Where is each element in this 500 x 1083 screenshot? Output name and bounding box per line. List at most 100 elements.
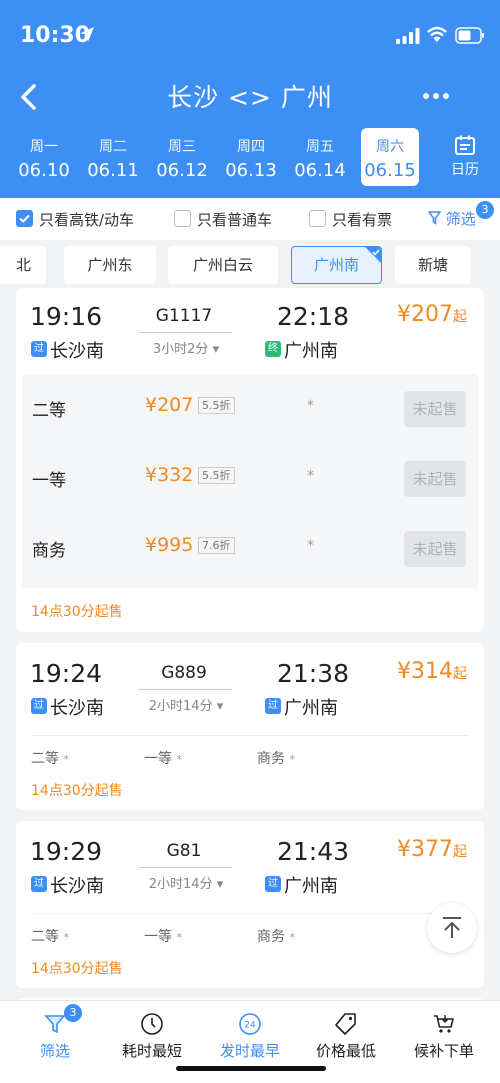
seat-class: 二等 [32,401,66,421]
checkbox-unchecked [309,210,326,227]
not-on-sale-button[interactable]: 未起售 [404,531,466,567]
not-on-sale-button[interactable]: 未起售 [404,391,466,427]
calendar-label: 日历 [451,162,479,178]
scroll-top-button[interactable] [427,903,477,953]
high-speed-checkbox[interactable]: 只看高铁/动车 [16,209,166,229]
price-value: ¥314 [397,659,453,684]
battery-icon [455,27,484,44]
status-bar: 10:30 [0,0,500,70]
station-chip[interactable]: 广州东 [64,246,156,284]
duration[interactable]: 3小时2分 ▾ [131,338,241,357]
wifi-icon [427,26,447,42]
date-tab[interactable]: 周四 06.13 [220,128,282,186]
pass-tag: 过 [31,876,47,892]
station-chip[interactable]: 广州白云 [168,246,278,284]
seat-count: * [307,398,314,414]
train-number: G1117 [155,306,213,326]
filter-tab[interactable]: 筛选 3 [5,1004,105,1063]
duration-label: 2小时14分 [148,877,213,892]
seat-count: * [63,931,69,944]
date-tab[interactable]: 周一 06.10 [13,128,75,186]
train-number: G889 [161,663,207,683]
location-arrow-icon [80,27,94,42]
train-card[interactable]: 19:16 G1117 3小时2分 ▾ 22:18 ¥207起 过 长沙南 终 … [16,288,484,632]
departure-station: 长沙南 [50,698,104,719]
departure-time: 19:24 [30,659,103,688]
date-tab-selected[interactable]: 周六 06.15 [361,128,419,186]
price-value: ¥207 [397,302,453,327]
station-chip-selected[interactable]: 广州南 [291,246,382,284]
lowest-price: ¥377起 [397,837,467,862]
clock-24-text: 24 [244,1021,256,1031]
tab-label: 候补下单 [413,1042,474,1060]
back-icon[interactable] [14,80,44,114]
lowest-price-tab[interactable]: 价格最低 [296,1011,396,1063]
departure-time: 19:16 [30,302,103,331]
checkbox-label: 只看有票 [332,211,393,229]
seat-price: ¥207 [145,394,194,416]
signal-icon [396,28,420,44]
nav-bar: 长沙 <> 广州 [0,72,500,122]
more-icon[interactable] [418,82,454,110]
station-chip[interactable]: 北 [0,246,46,284]
shortest-time-tab[interactable]: 耗时最短 [102,1011,202,1063]
seat-count: * [289,753,295,766]
seat-count: * [289,931,295,944]
check-corner-icon [365,247,381,263]
has-ticket-checkbox[interactable]: 只看有票 [309,209,409,229]
filter-button[interactable]: 筛选 [427,208,476,229]
arrival-station: 广州南 [284,698,338,719]
duration[interactable]: 2小时14分 ▾ [131,695,241,714]
station-tabs: 北 广州东 广州白云 广州南 新塘 [0,240,500,288]
date-label: 06.13 [225,160,277,181]
seat-summary: 二等 * [31,926,69,946]
terminal-tag: 终 [265,341,281,357]
chevron-down-icon: ▾ [216,877,224,892]
train-card[interactable]: 19:29 G81 2小时14分 ▾ 21:43 ¥377起 过 长沙南 过 广… [16,821,484,988]
route-title[interactable]: 长沙 <> 广州 [100,78,400,114]
seat-price: ¥332 [145,464,194,486]
filter-label: 筛选 [445,210,476,228]
weekday-label: 周五 [306,139,334,155]
earliest-departure-tab[interactable]: 24 发时最早 [200,1011,300,1063]
date-label: 06.11 [87,160,139,181]
duration-label: 3小时2分 [152,342,209,357]
price-suffix: 起 [453,844,467,860]
sale-time: 14点30分起售 [31,961,123,977]
home-indicator [176,1066,326,1071]
train-card[interactable]: 19:24 G889 2小时14分 ▾ 21:38 ¥314起 过 长沙南 过 … [16,643,484,810]
filter-row: 只看高铁/动车 只看普通车 只看有票 筛选 3 [0,198,500,240]
date-tab[interactable]: 周三 06.12 [151,128,213,186]
date-tab[interactable]: 周二 06.11 [82,128,144,186]
seat-class: 商务 [32,541,66,561]
seat-class: 商务 [257,751,285,767]
seat-count: * [307,468,314,484]
seat-row: 一等 ¥332 5.5折 * 未起售 [22,444,478,514]
weekday-label: 周六 [376,139,404,155]
date-tab[interactable]: 周五 06.14 [289,128,351,186]
cart-icon [434,1015,454,1033]
seat-row: 商务 ¥995 7.6折 * 未起售 [22,514,478,584]
weekday-label: 周二 [99,139,127,155]
header: 10:30 长沙 <> 广州 周一 06.10 周二 06.11 周三 06.12 周… [0,0,500,198]
seat-class: 二等 [31,751,59,767]
checkbox-checked [16,210,33,227]
seat-class: 商务 [257,929,285,945]
arrival-station: 广州南 [284,341,338,362]
waitlist-tab[interactable]: 候补下单 [394,1011,494,1063]
duration[interactable]: 2小时14分 ▾ [131,873,241,892]
lowest-price: ¥314起 [397,659,467,684]
lowest-price: ¥207起 [397,302,467,327]
date-label: 06.10 [18,160,70,181]
tab-label: 发时最早 [219,1042,280,1060]
departure-station: 长沙南 [50,341,104,362]
normal-train-checkbox[interactable]: 只看普通车 [174,209,284,229]
funnel-icon [427,211,442,225]
train-divider [138,689,232,690]
seat-count: * [307,538,314,554]
arrival-time: 22:18 [277,302,350,331]
seat-count: * [176,753,182,766]
calendar-button[interactable]: 日历 [440,130,490,186]
station-chip[interactable]: 新塘 [395,246,471,284]
not-on-sale-button[interactable]: 未起售 [404,461,466,497]
